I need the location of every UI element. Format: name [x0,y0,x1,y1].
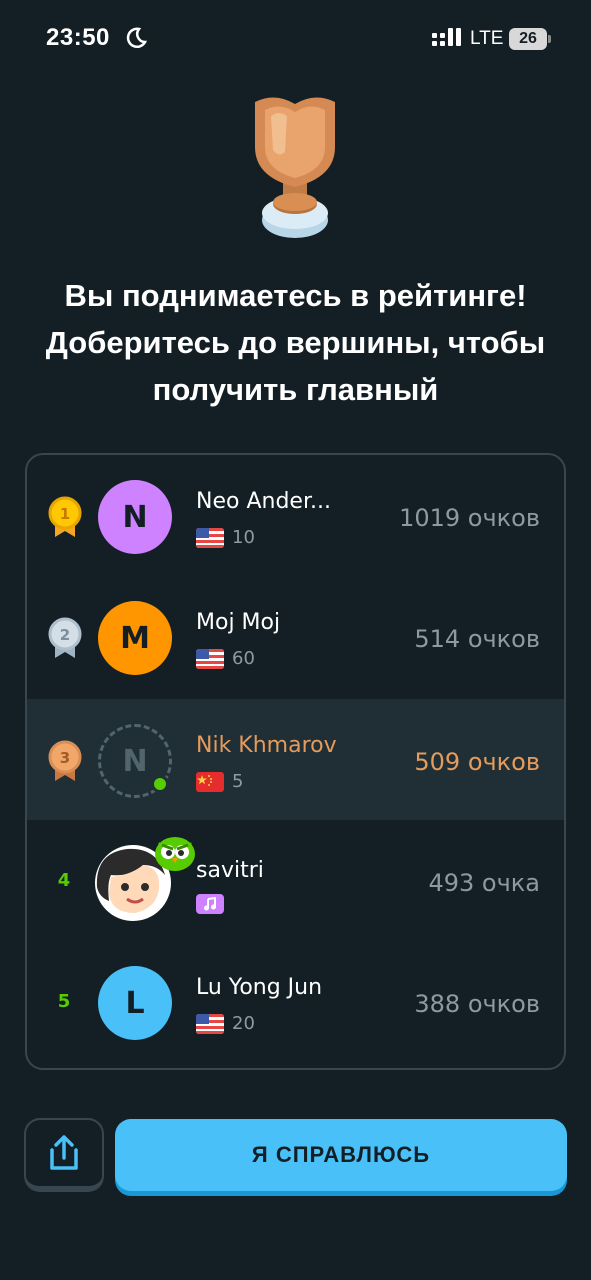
leaderboard-row[interactable]: 5 L Lu Yong Jun 20 388 очков [27,941,564,1062]
user-meta [196,894,224,914]
leaderboard-row[interactable]: 2 M Moj Moj 60 514 очков [27,576,564,697]
points: 493 очка [428,869,540,897]
points: 388 очков [414,990,540,1018]
user-name: Lu Yong Jun [196,975,323,1000]
user-meta: 60 [196,648,255,669]
points: 514 очков [414,625,540,653]
avatar: M [98,601,172,675]
us-flag-icon [196,1013,224,1034]
user-name: savitri [196,858,264,883]
battery-level: 26 [509,28,547,50]
duo-owl-icon [155,837,195,871]
bronze-medal-icon: 3 [48,740,82,781]
user-meta: 5 [196,771,243,792]
rank-number: 4 [57,870,71,891]
network-type: LTE [470,28,504,49]
battery-tip [548,35,551,43]
us-flag-icon [196,648,224,669]
leaderboard-row[interactable]: 4 savitri 493 очка [27,820,564,941]
rank-number: 5 [57,991,71,1012]
online-status-dot [151,775,169,793]
user-meta: 10 [196,527,255,548]
user-name: Nik Khmarov [196,733,337,758]
moon-icon [126,27,148,49]
flag-value: 10 [232,527,255,548]
share-button[interactable] [24,1118,104,1192]
avatar: L [98,966,172,1040]
leaderboard-row-current-user[interactable]: 3 N Nik Khmarov 5 509 очков [27,699,564,820]
us-flag-icon [196,527,224,548]
flag-value: 5 [232,771,244,792]
share-icon [50,1135,78,1170]
cn-flag-icon [196,771,224,792]
svg-text:1: 1 [60,505,70,523]
promotion-headline: Вы поднимаетесь в рейтинге! Доберитесь д… [45,278,546,407]
svg-text:2: 2 [60,626,70,644]
points: 1019 очков [399,504,540,532]
flag-value: 20 [232,1013,255,1034]
continue-button[interactable]: Я СПРАВЛЮСЬ [115,1119,567,1191]
avatar: N [98,480,172,554]
trophy-icon [255,97,335,238]
user-name: Moj Moj [196,610,281,635]
user-meta: 20 [196,1013,255,1034]
flag-value: 60 [232,648,255,669]
silver-medal-icon: 2 [48,617,82,658]
leaderboard-card: 1 N Neo Ander... 10 1019 очков 2 M Moj M… [25,453,566,1070]
svg-text:3: 3 [60,749,70,767]
points: 509 очков [414,748,540,776]
music-icon [196,894,224,914]
status-bar: 23:50 LTE 26 [0,0,591,80]
gold-medal-icon: 1 [48,496,82,537]
status-time: 23:50 [46,24,110,51]
leaderboard-row[interactable]: 1 N Neo Ander... 10 1019 очков [27,455,564,576]
signal-icon [432,28,461,46]
user-name: Neo Ander... [196,489,331,514]
